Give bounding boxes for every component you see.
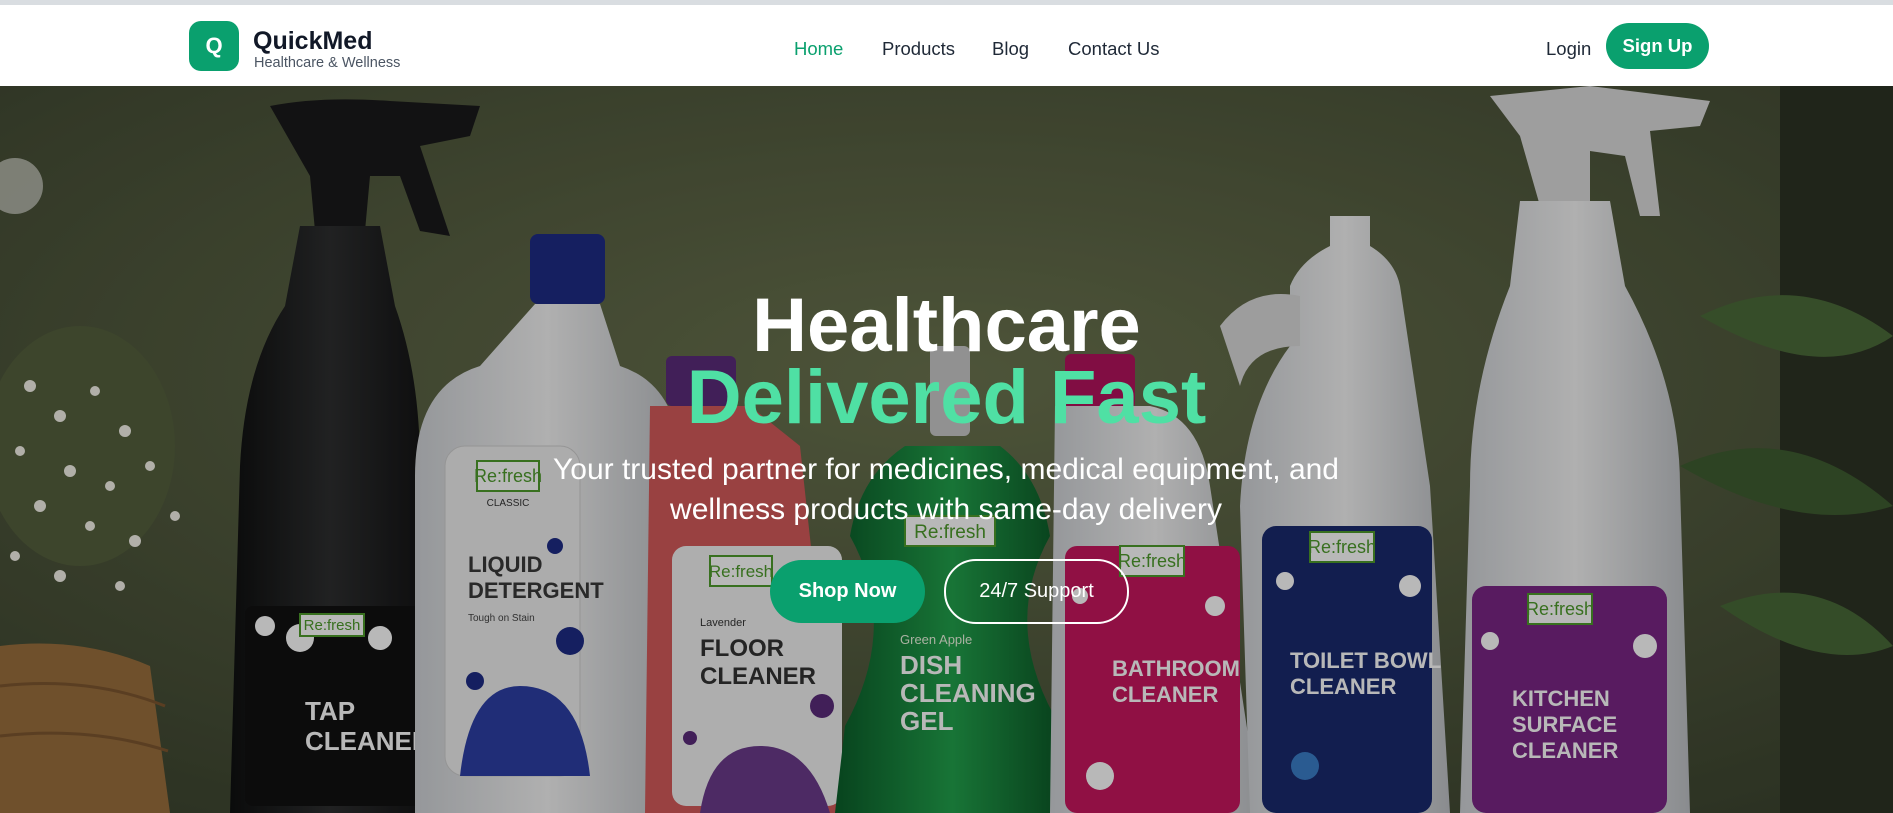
signup-button[interactable]: Sign Up (1606, 23, 1709, 69)
support-button[interactable]: 24/7 Support (944, 559, 1129, 624)
nav-blog[interactable]: Blog (992, 38, 1029, 60)
brand-tagline: Healthcare & Wellness (254, 55, 401, 71)
navbar: Q QuickMed Healthcare & Wellness Home Pr… (0, 5, 1893, 87)
nav-home[interactable]: Home (794, 38, 843, 60)
hero-subtitle: Your trusted partner for medicines, medi… (553, 453, 1339, 526)
nav-products[interactable]: Products (882, 38, 955, 60)
logo-badge[interactable]: Q (189, 21, 239, 71)
login-link[interactable]: Login (1546, 38, 1591, 60)
brand-name[interactable]: QuickMed (253, 27, 372, 56)
hero-headline-accent: Delivered Fast (686, 355, 1207, 440)
hero-section: Re:fresh TAP CLEANER Re:fresh CLASSIC LI… (0, 86, 1893, 813)
shop-now-button[interactable]: Shop Now (770, 560, 925, 623)
nav-contact[interactable]: Contact Us (1068, 38, 1160, 60)
